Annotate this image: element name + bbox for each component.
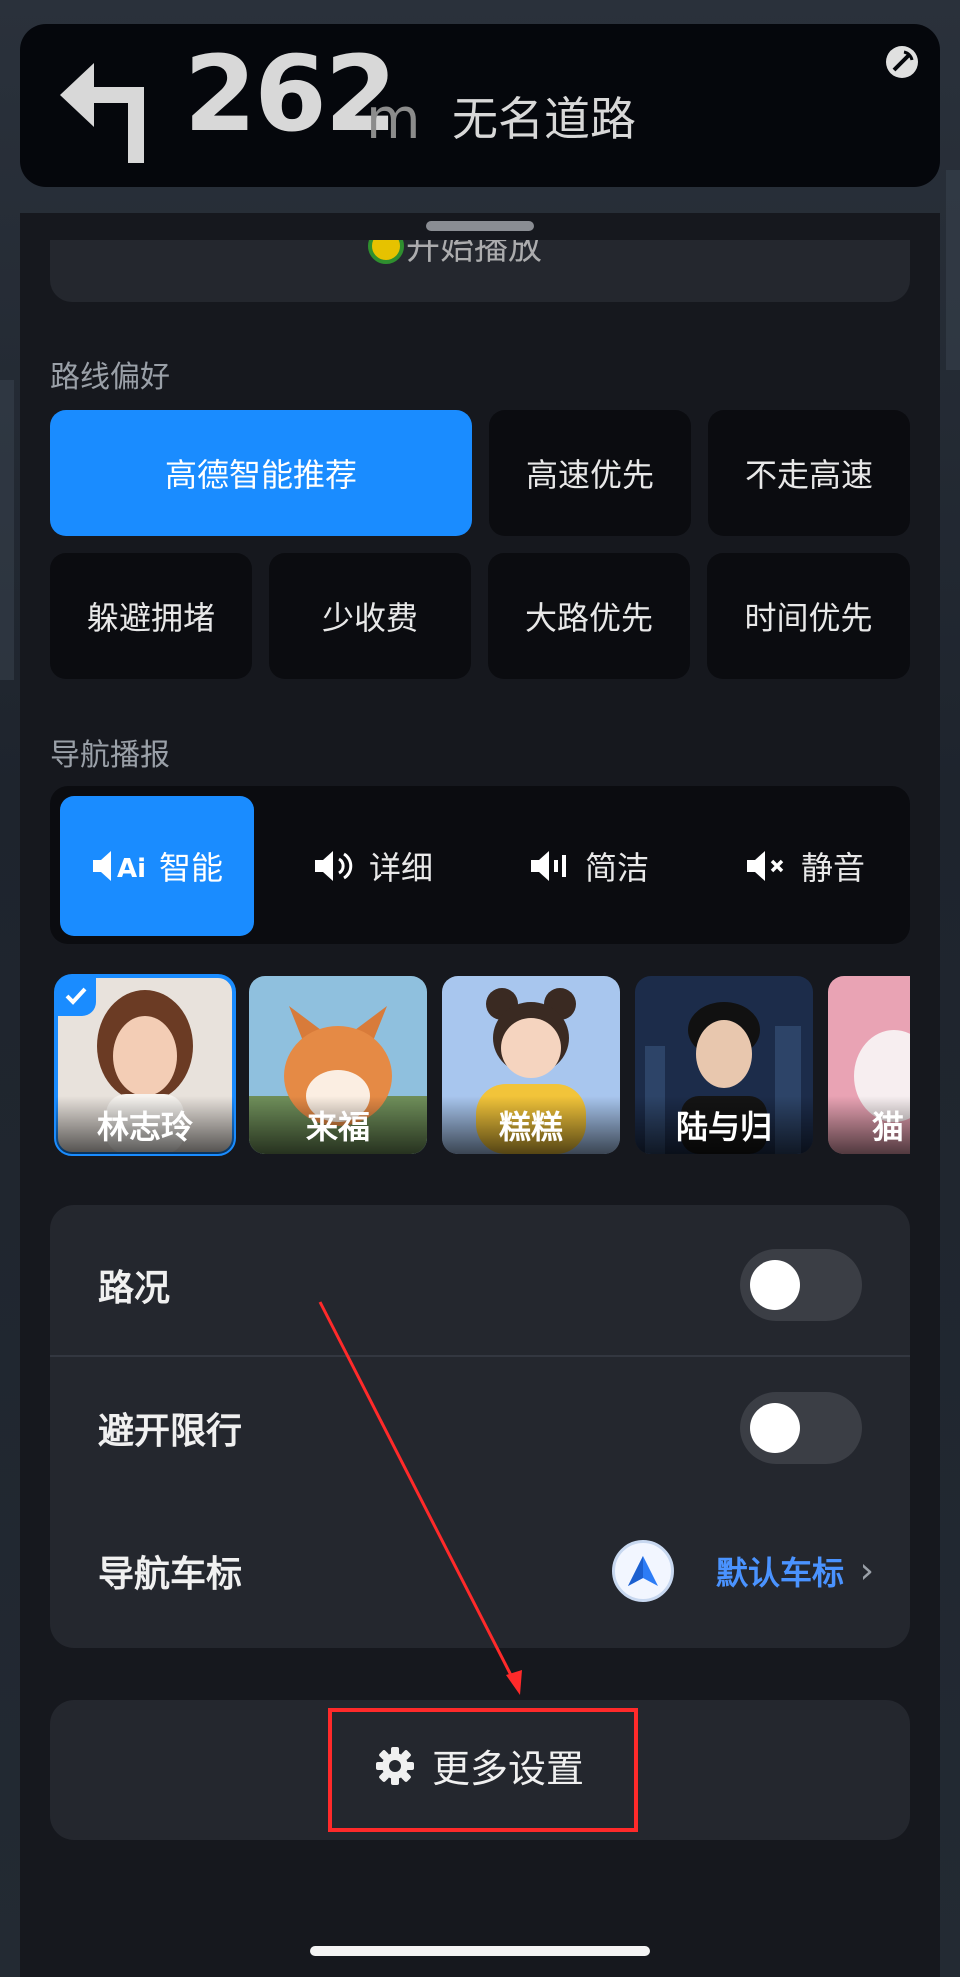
voice-mode-smart[interactable]: Ai 智能 <box>60 796 254 936</box>
traffic-label: 路况 <box>98 1268 171 1309</box>
selected-check-icon <box>56 976 96 1016</box>
route-option-avoid-congestion[interactable]: 躲避拥堵 <box>50 553 252 679</box>
speaker-mute-icon <box>746 851 784 881</box>
voice-avatar-luyugui[interactable]: 陆与归 <box>635 976 813 1154</box>
play-card[interactable]: 开始播放 <box>50 240 910 302</box>
avoid-restriction-row: 避开限行 <box>50 1358 910 1498</box>
route-option-time-first[interactable]: 时间优先 <box>707 553 910 679</box>
avoid-restriction-toggle[interactable] <box>740 1392 862 1464</box>
voice-broadcast-title: 导航播报 <box>50 738 170 773</box>
voice-avatar-linzhiling[interactable]: 林志玲 <box>54 974 236 1156</box>
chevron-right-icon: › <box>859 1550 874 1592</box>
distance-unit: m <box>366 87 421 152</box>
route-option-highway-first[interactable]: 高速优先 <box>489 410 691 536</box>
voice-mode-mute[interactable]: 静音 <box>708 796 902 936</box>
svg-text:Ai: Ai <box>117 854 146 883</box>
route-option-no-highway[interactable]: 不走高速 <box>708 410 910 536</box>
voice-name: 陆与归 <box>635 1096 813 1154</box>
route-preference-title: 路线偏好 <box>50 360 170 395</box>
toggle-knob <box>750 1403 800 1453</box>
play-status-icon <box>368 240 404 264</box>
voice-mode-detailed[interactable]: 详细 <box>276 796 470 936</box>
avoid-restriction-label: 避开限行 <box>98 1411 243 1452</box>
voice-mode-label: 静音 <box>800 849 865 887</box>
voice-name: 猫 <box>828 1096 910 1154</box>
drag-handle[interactable] <box>426 221 534 231</box>
gps-signal-icon <box>886 46 918 78</box>
home-indicator[interactable] <box>310 1946 650 1956</box>
row-divider <box>50 1355 910 1357</box>
voice-avatar-gaogao[interactable]: 糕糕 <box>442 976 620 1154</box>
map-road <box>0 380 14 680</box>
speaker-loud-icon <box>314 851 353 881</box>
traffic-toggle[interactable] <box>740 1249 862 1321</box>
annotation-highlight-box <box>328 1708 638 1832</box>
voice-avatar-cat[interactable]: 猫 <box>828 976 910 1154</box>
voice-mode-label: 智能 <box>158 849 223 887</box>
voice-avatar-laifu[interactable]: 来福 <box>249 976 427 1154</box>
vehicle-icon-label: 导航车标 <box>98 1554 243 1595</box>
voice-name: 糕糕 <box>442 1096 620 1154</box>
speaker-ai-icon: Ai <box>92 851 146 883</box>
distance-value: 262 <box>184 33 397 155</box>
voice-name: 林志玲 <box>56 1096 234 1154</box>
route-option-smart[interactable]: 高德智能推荐 <box>50 410 472 536</box>
route-option-less-toll[interactable]: 少收费 <box>269 553 471 679</box>
vehicle-arrow-icon <box>612 1540 674 1602</box>
turn-left-icon <box>60 63 144 163</box>
toggle-knob <box>750 1260 800 1310</box>
voice-name: 来福 <box>249 1096 427 1154</box>
voice-mode-label: 详细 <box>368 849 433 887</box>
vehicle-icon-value: 默认车标 <box>715 1554 844 1592</box>
vehicle-icon-row[interactable]: 导航车标 默认车标 › <box>50 1501 910 1641</box>
voice-mode-brief[interactable]: 简洁 <box>492 796 686 936</box>
play-card-label: 开始播放 <box>406 240 542 268</box>
map-road <box>946 170 960 370</box>
road-name: 无名道路 <box>452 92 636 146</box>
speaker-brief-icon <box>530 851 566 881</box>
voice-mode-label: 简洁 <box>584 849 649 887</box>
route-option-main-road[interactable]: 大路优先 <box>488 553 690 679</box>
traffic-row: 路况 <box>50 1215 910 1355</box>
